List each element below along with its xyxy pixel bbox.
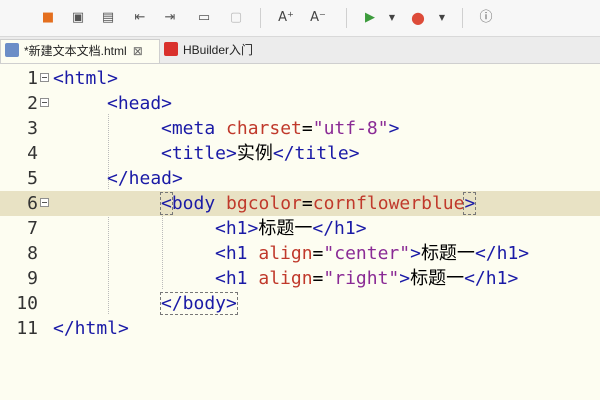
code-text: <title>实例</title> xyxy=(161,141,360,166)
code-token: align xyxy=(258,268,313,289)
code-token: > xyxy=(399,268,411,289)
code-text: </head> xyxy=(107,166,183,191)
code-token: </h1> xyxy=(312,218,367,239)
tab-label: HBuilder入门 xyxy=(183,43,254,57)
code-text: <h1>标题一</h1> xyxy=(215,216,367,241)
code-token: align xyxy=(258,243,313,264)
fold-toggle-icon[interactable] xyxy=(40,73,49,82)
line-number: 7 xyxy=(27,218,38,239)
line-number: 10 xyxy=(16,293,38,314)
code-text: <body bgcolor=cornflowerblue> xyxy=(160,191,477,216)
toolbar-separator xyxy=(346,8,347,28)
code-token: 标题一 xyxy=(258,218,313,239)
code-token: < xyxy=(160,192,173,215)
code-token: <html> xyxy=(53,68,119,89)
code-token: </h1> xyxy=(464,268,519,289)
line-number: 6 xyxy=(27,193,38,214)
code-token: > xyxy=(410,243,421,264)
fold-toggle-icon[interactable] xyxy=(40,98,49,107)
code-line[interactable]: 7 <h1>标题一</h1> xyxy=(0,216,600,241)
new-file-icon[interactable]: ▣ xyxy=(70,9,86,27)
hbuilder-icon xyxy=(164,42,178,56)
code-token: </h1> xyxy=(474,243,530,264)
line-number: 9 xyxy=(27,268,38,289)
chrome-browser-icon[interactable]: ● xyxy=(410,9,426,27)
browser-dropdown-icon[interactable]: ▼ xyxy=(434,9,450,27)
bookmark-icon[interactable]: ■ xyxy=(40,9,56,27)
code-text: <h1 align="right">标题一</h1> xyxy=(215,266,518,291)
indent-right-icon[interactable]: ⇥ xyxy=(162,9,178,27)
editor-tab[interactable]: HBuilder入门 xyxy=(160,39,290,62)
code-token: = xyxy=(312,243,324,264)
code-line[interactable]: 6 <body bgcolor=cornflowerblue> xyxy=(0,191,600,216)
code-token: 标题一 xyxy=(420,243,475,264)
code-line[interactable]: 1 <html> xyxy=(0,66,600,91)
toolbar: ■ ▣ ▤ ⇤ ⇥ ▭ ▢ A⁺ A⁻ ▶ ▼ ● ▼ ⓘ xyxy=(0,0,600,37)
html-file-icon xyxy=(5,43,19,57)
code-token: <title> xyxy=(161,143,237,164)
code-token: </title> xyxy=(272,143,360,164)
line-number: 3 xyxy=(27,118,38,139)
disabled-icon[interactable]: ▢ xyxy=(228,9,244,27)
code-token: 标题一 xyxy=(410,268,465,289)
code-line[interactable]: 11 </html> xyxy=(0,316,600,341)
code-token: <h1> xyxy=(215,218,259,239)
code-token: = xyxy=(301,193,313,214)
code-text: <head> xyxy=(107,91,172,116)
code-line[interactable]: 9 <h1 align="right">标题一</h1> xyxy=(0,266,600,291)
font-increase-icon[interactable]: A⁺ xyxy=(278,9,294,27)
code-token: </head> xyxy=(107,168,183,189)
line-number: 2 xyxy=(27,93,38,114)
fold-toggle-icon[interactable] xyxy=(40,198,49,207)
code-line[interactable]: 2 <head> xyxy=(0,91,600,116)
info-icon[interactable]: ⓘ xyxy=(478,9,494,27)
code-token: <head> xyxy=(107,93,173,114)
editor-tab-bar: *新建文本文档.html ⊠ HBuilder入门 xyxy=(0,37,600,64)
code-text: <h1 align="center">标题一</h1> xyxy=(215,241,529,266)
code-token: cornflowerblue xyxy=(312,193,465,214)
run-dropdown-icon[interactable]: ▼ xyxy=(384,9,400,27)
code-token: <h1 xyxy=(215,243,259,264)
code-line[interactable]: 5 </head> xyxy=(0,166,600,191)
code-editor[interactable]: 1 <html> 2 <head> 3 <meta charset="utf-8"> 4 <t… xyxy=(0,64,600,400)
line-number: 1 xyxy=(27,68,38,89)
toolbar-separator xyxy=(260,8,261,28)
code-token: body xyxy=(171,193,227,214)
font-decrease-icon[interactable]: A⁻ xyxy=(310,9,326,27)
code-token: = xyxy=(301,118,313,139)
code-text: <meta charset="utf-8"> xyxy=(161,116,399,141)
code-token: 实例 xyxy=(236,143,273,164)
code-token: <meta xyxy=(161,118,227,139)
line-number: 8 xyxy=(27,243,38,264)
code-line[interactable]: 4 <title>实例</title> xyxy=(0,141,600,166)
close-tab-icon[interactable]: ⊠ xyxy=(133,44,143,58)
line-number: 4 xyxy=(27,143,38,164)
code-token: </body> xyxy=(160,292,238,315)
code-text: </html> xyxy=(53,316,129,341)
run-icon[interactable]: ▶ xyxy=(362,9,378,27)
code-line[interactable]: 3 <meta charset="utf-8"> xyxy=(0,116,600,141)
tab-label: *新建文本文档.html xyxy=(24,44,127,58)
code-token: > xyxy=(463,192,477,215)
editor-tab[interactable]: *新建文本文档.html ⊠ xyxy=(0,39,160,63)
code-text: <html> xyxy=(53,66,118,91)
code-token: </html> xyxy=(53,318,129,339)
code-token: <h1 xyxy=(215,268,259,289)
code-token: > xyxy=(388,118,400,139)
toolbar-separator xyxy=(462,8,463,28)
comment-icon[interactable]: ▭ xyxy=(196,9,212,27)
line-number: 11 xyxy=(16,318,38,339)
code-token: "center" xyxy=(323,243,411,264)
code-line[interactable]: 10 </body> xyxy=(0,291,600,316)
code-token: bgcolor xyxy=(226,193,302,214)
code-token: "utf-8" xyxy=(312,118,389,139)
code-token: "right" xyxy=(323,268,400,289)
code-line[interactable]: 8 <h1 align="center">标题一</h1> xyxy=(0,241,600,266)
line-number: 5 xyxy=(27,168,38,189)
code-token: charset xyxy=(226,118,302,139)
code-token: = xyxy=(312,268,324,289)
indent-left-icon[interactable]: ⇤ xyxy=(132,9,148,27)
save-icon[interactable]: ▤ xyxy=(100,9,116,27)
code-text: </body> xyxy=(160,291,238,316)
